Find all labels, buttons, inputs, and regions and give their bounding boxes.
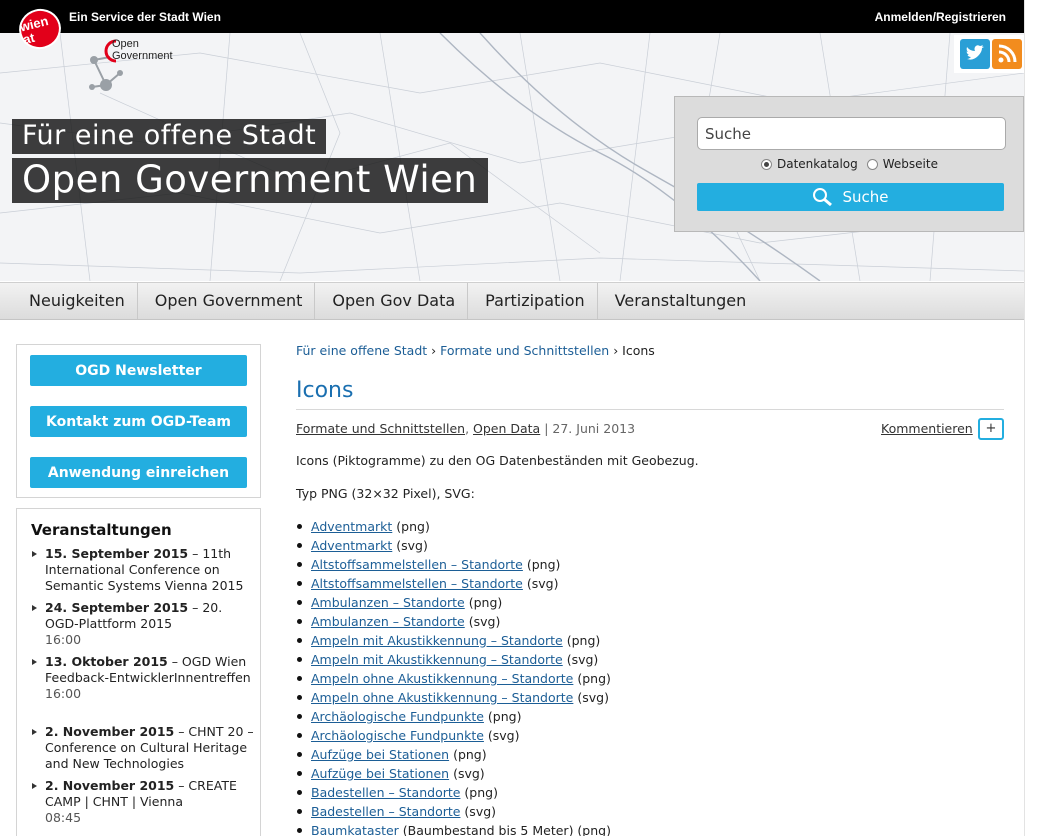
submit-application-button[interactable]: Anwendung einreichen <box>30 457 247 488</box>
main-navigation: Neuigkeiten Open Government Open Gov Dat… <box>0 282 1024 320</box>
search-input[interactable] <box>697 117 1006 150</box>
icon-list: Adventmarkt (png) Adventmarkt (svg) Alts… <box>296 517 611 836</box>
radio-datenkatalog[interactable] <box>761 158 772 170</box>
list-item: Badestellen – Standorte (png) <box>296 783 611 802</box>
icon-download-link[interactable]: Badestellen – Standorte <box>311 785 460 800</box>
icon-download-link[interactable]: Ambulanzen – Standorte <box>311 614 465 629</box>
bullet-arrow-icon <box>32 551 37 557</box>
bullet-arrow-icon <box>32 783 37 789</box>
intro-text: Icons (Piktogramme) zu den OG Datenbestä… <box>296 453 699 468</box>
nav-item-open-government[interactable]: Open Government <box>143 283 316 319</box>
search-button[interactable]: Suche <box>697 183 1004 211</box>
category-link[interactable]: Formate und Schnittstellen <box>296 421 465 436</box>
list-item: Adventmarkt (svg) <box>296 536 611 555</box>
list-item: Altstoffsammelstellen – Standorte (png) <box>296 555 611 574</box>
icon-download-link[interactable]: Altstoffsammelstellen – Standorte <box>311 557 523 572</box>
window-gutter <box>1024 0 1059 836</box>
social-links <box>954 35 1024 73</box>
list-item: Ampeln ohne Akustikkennung – Standorte (… <box>296 669 611 688</box>
list-item: Ambulanzen – Standorte (png) <box>296 593 611 612</box>
list-item: Ampeln ohne Akustikkennung – Standorte (… <box>296 688 611 707</box>
category-link[interactable]: Open Data <box>473 421 540 436</box>
events-title: Veranstaltungen <box>31 521 172 539</box>
nav-item-neuigkeiten[interactable]: Neuigkeiten <box>17 283 138 319</box>
icon-download-link[interactable]: Ampeln ohne Akustikkennung – Standorte <box>311 671 573 686</box>
event-item[interactable]: 24. September 2015 – 20. OGD-Plattform 2… <box>32 600 255 648</box>
contact-ogd-team-button[interactable]: Kontakt zum OGD-Team <box>30 406 247 437</box>
icon-download-link[interactable]: Archäologische Fundpunkte <box>311 709 484 724</box>
sidebar-button-panel: OGD Newsletter Kontakt zum OGD-Team Anwe… <box>16 344 261 498</box>
icon-download-link[interactable]: Aufzüge bei Stationen <box>311 747 449 762</box>
site-title[interactable]: Open Government Wien <box>12 158 489 203</box>
add-comment-button[interactable]: + <box>978 418 1004 440</box>
search-panel: Datenkatalog Webseite Suche <box>674 96 1024 232</box>
radio-datenkatalog-label: Datenkatalog <box>777 157 858 171</box>
search-scope-options: Datenkatalog Webseite <box>761 157 938 171</box>
header-banner: Open Government Für eine offene Stadt Op… <box>0 33 1024 281</box>
breadcrumb-current: Icons <box>622 343 655 358</box>
icon-download-link[interactable]: Baumkataster <box>311 823 399 836</box>
search-icon <box>813 188 833 207</box>
bullet-arrow-icon <box>32 659 37 665</box>
nav-item-veranstaltungen[interactable]: Veranstaltungen <box>603 283 759 319</box>
list-item: Aufzüge bei Stationen (png) <box>296 745 611 764</box>
events-panel: Veranstaltungen 15. September 2015 – 11t… <box>16 508 261 836</box>
post-date: 27. Juni 2013 <box>552 421 636 436</box>
list-item: Ambulanzen – Standorte (svg) <box>296 612 611 631</box>
post-meta: Formate und Schnittstellen, Open Data | … <box>296 421 636 436</box>
icon-download-link[interactable]: Aufzüge bei Stationen <box>311 766 449 781</box>
search-button-label: Suche <box>842 188 889 206</box>
list-item: Altstoffsammelstellen – Standorte (svg) <box>296 574 611 593</box>
breadcrumb: Für eine offene Stadt › Formate und Schn… <box>296 343 655 358</box>
radio-webseite-label: Webseite <box>882 157 938 171</box>
title-divider <box>296 409 1004 410</box>
icon-download-link[interactable]: Badestellen – Standorte <box>311 804 460 819</box>
rss-icon[interactable] <box>992 39 1022 69</box>
page-title: Icons <box>296 378 354 403</box>
nav-item-partizipation[interactable]: Partizipation <box>473 283 598 319</box>
breadcrumb-link-formats[interactable]: Formate und Schnittstellen <box>440 343 609 358</box>
nav-item-open-gov-data[interactable]: Open Gov Data <box>320 283 469 319</box>
breadcrumb-link-home[interactable]: Für eine offene Stadt <box>296 343 427 358</box>
twitter-icon[interactable] <box>960 39 990 69</box>
list-item: Baumkataster (Baumbestand bis 5 Meter) (… <box>296 821 611 836</box>
top-bar: Ein Service der Stadt Wien Anmelden/Regi… <box>0 0 1024 33</box>
service-text: Ein Service der Stadt Wien <box>69 10 221 24</box>
list-item: Ampeln mit Akustikkennung – Standorte (p… <box>296 631 611 650</box>
event-item[interactable]: 13. Oktober 2015 – OGD Wien Feedback-Ent… <box>32 654 255 702</box>
ogd-newsletter-button[interactable]: OGD Newsletter <box>30 355 247 386</box>
event-item[interactable]: 15. September 2015 – 11th International … <box>32 546 255 594</box>
login-link[interactable]: Anmelden/Registrieren <box>875 10 1006 24</box>
icon-download-link[interactable]: Adventmarkt <box>311 538 392 553</box>
bullet-arrow-icon <box>32 729 37 735</box>
icon-download-link[interactable]: Altstoffsammelstellen – Standorte <box>311 576 523 591</box>
event-item[interactable]: 2. November 2015 – CREATE CAMP | CHNT | … <box>32 778 255 826</box>
list-item: Badestellen – Standorte (svg) <box>296 802 611 821</box>
icon-download-link[interactable]: Ambulanzen – Standorte <box>311 595 465 610</box>
bullet-arrow-icon <box>32 605 37 611</box>
list-item: Archäologische Fundpunkte (png) <box>296 707 611 726</box>
list-item: Adventmarkt (png) <box>296 517 611 536</box>
type-text: Typ PNG (32×32 Pixel), SVG: <box>296 486 475 501</box>
comment-link[interactable]: Kommentieren <box>881 421 973 436</box>
open-government-logo-text: Open Government <box>112 38 173 62</box>
breadcrumb-separator: › <box>431 343 437 358</box>
site-tagline: Für eine offene Stadt <box>12 119 327 154</box>
breadcrumb-separator: › <box>613 343 619 358</box>
icon-download-link[interactable]: Adventmarkt <box>311 519 392 534</box>
event-item[interactable]: 2. November 2015 – CHNT 20 – Conference … <box>32 724 255 772</box>
list-item: Ampeln mit Akustikkennung – Standorte (s… <box>296 650 611 669</box>
icon-download-link[interactable]: Ampeln ohne Akustikkennung – Standorte <box>311 690 573 705</box>
icon-download-link[interactable]: Archäologische Fundpunkte <box>311 728 484 743</box>
radio-webseite[interactable] <box>866 158 878 170</box>
icon-download-link[interactable]: Ampeln mit Akustikkennung – Standorte <box>311 633 563 648</box>
list-item: Aufzüge bei Stationen (svg) <box>296 764 611 783</box>
icon-download-link[interactable]: Ampeln mit Akustikkennung – Standorte <box>311 652 563 667</box>
list-item: Archäologische Fundpunkte (svg) <box>296 726 611 745</box>
